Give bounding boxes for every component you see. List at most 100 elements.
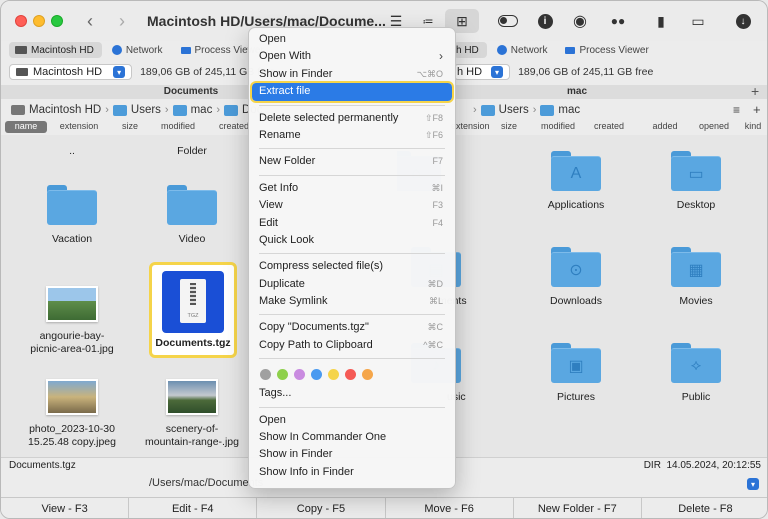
file-item[interactable]: A Applications [521,151,631,212]
menu-separator [259,406,445,408]
download-icon[interactable]: ↓ [732,11,754,31]
right-drive-select[interactable]: h HD ▾ [454,64,511,80]
menu-item-show-in-commander-one[interactable]: Show In Commander One [249,429,455,446]
menu-item-edit[interactable]: Edit F4 [249,215,455,232]
menu-item-rename[interactable]: Rename ⇧F6 [249,127,455,144]
shortcut-label: F4 [432,217,443,228]
list-icon[interactable]: ≡ [733,103,740,117]
close-window-button[interactable] [15,15,27,27]
selected-file-item[interactable]: TGZ Documents.tgz [149,262,237,358]
tag-gray-dot[interactable] [260,368,271,380]
tag-purple-dot[interactable] [294,368,305,380]
tab-macintosh-hd-right[interactable]: h HD [454,42,487,58]
column-added[interactable]: added [637,121,693,133]
breadcrumb-item[interactable]: Users [131,104,161,116]
file-item[interactable]: ⊙ Downloads [521,247,631,308]
add-tab-icon[interactable]: + [751,83,759,99]
back-icon[interactable]: ‹ [87,11,93,31]
copy-f5-button[interactable]: Copy - F5 [257,498,386,518]
eye-icon[interactable]: ◉ [569,11,591,31]
hd-icon [16,68,28,76]
tag-green-dot[interactable] [277,368,288,380]
delete-f8-button[interactable]: Delete - F8 [641,498,767,518]
chevron-right-icon: › [532,104,537,116]
move-f6-button[interactable]: Move - F6 [385,498,514,518]
breadcrumb-item[interactable]: Users [499,104,529,116]
file-item[interactable]: Vacation [17,185,127,246]
menu-item-quick-look[interactable]: Quick Look [249,232,455,249]
picture-icon: ▣ [568,358,584,375]
tag-yellow-dot[interactable] [328,368,339,380]
monitor-icon[interactable]: ▭ [687,11,709,31]
left-tab-strip: Macintosh HD Network Process Viewer [9,42,272,60]
menu-item-delete-permanently[interactable]: Delete selected permanently ⇧F8 [249,110,455,127]
breadcrumb-item[interactable]: mac [558,104,580,116]
context-menu: Open Open With › Show in Finder ⌥⌘O Extrac… [248,27,456,489]
column-extension[interactable]: extension [47,121,111,133]
tag-blue-dot[interactable] [311,368,322,380]
menu-item-duplicate[interactable]: Duplicate ⌘D [249,276,455,293]
menu-item-copy-path[interactable]: Copy Path to Clipboard ^⌘C [249,337,455,354]
file-item[interactable]: ▭ Desktop [641,151,751,212]
menu-item-show-info-in-finder[interactable]: Show Info in Finder [249,464,455,481]
menu-item-tags[interactable]: Tags... [249,385,455,402]
column-modified[interactable]: modified [149,121,207,133]
tag-red-dot[interactable] [345,368,356,380]
column-name[interactable]: name [5,121,47,133]
binoculars-icon[interactable]: ●● [607,11,629,31]
new-folder-f7-button[interactable]: New Folder - F7 [513,498,642,518]
toggle-icon[interactable] [498,15,518,27]
breadcrumb-item[interactable]: mac [191,104,213,116]
column-created[interactable]: created [581,121,637,133]
folder-icon [167,185,217,225]
menu-item-service-open[interactable]: Open [249,412,455,429]
chevron-down-icon[interactable]: ▾ [747,478,759,490]
left-drive-bar: Macintosh HD ▾ 189,06 GB of 245,11 GB fr… [9,63,275,81]
tag-orange-dot[interactable] [362,368,373,380]
menu-item-view[interactable]: View F3 [249,197,455,214]
zip-icon[interactable]: ▮ [650,11,672,31]
column-opened[interactable]: opened [693,121,735,133]
file-item[interactable]: Video [137,185,247,246]
menu-item-open-with[interactable]: Open With › [249,48,455,65]
view-f3-button[interactable]: View - F3 [1,498,130,518]
file-item[interactable]: scenery-of-mountain-range-.jpg [137,379,247,449]
tab-network-right[interactable]: Network [491,42,556,58]
left-drive-select[interactable]: Macintosh HD ▾ [9,64,133,80]
tab-label: Network [510,44,548,56]
forward-icon[interactable]: › [119,11,125,31]
column-size[interactable]: size [483,121,535,133]
info-icon[interactable]: i [534,11,556,31]
add-icon[interactable]: + [753,102,761,117]
chevron-right-icon: › [439,49,443,64]
menu-item-new-folder[interactable]: New Folder F7 [249,153,455,170]
menu-item-show-in-finder[interactable]: Show in Finder ⌥⌘O [249,66,455,83]
tab-macintosh-hd[interactable]: Macintosh HD [9,42,102,58]
breadcrumb-item[interactable]: Macintosh HD [29,104,101,116]
left-column-header: name extension size modified created [5,121,261,133]
menu-item-extract-file[interactable]: Extract file [250,81,454,103]
item-label: Folder [177,145,207,157]
column-size[interactable]: size [111,121,149,133]
menu-item-open[interactable]: Open [249,31,455,48]
menu-item-make-symlink[interactable]: Make Symlink ⌘L [249,293,455,310]
command-line-input[interactable]: /Users/mac/Documents [149,477,263,489]
file-item[interactable]: angourie-bay-picnic-area-01.jpg [17,286,127,356]
column-kind[interactable]: kind [735,121,767,133]
file-item[interactable]: ⟡ Public [641,343,751,404]
file-item[interactable]: photo_2023-10-30 15.25.48 copy.jpeg [17,379,127,449]
tab-network[interactable]: Network [106,42,171,58]
menu-item-compress[interactable]: Compress selected file(s) [249,258,455,275]
file-item[interactable]: ▦ Movies [641,247,751,308]
tab-process-viewer-right[interactable]: Process Viewer [559,42,656,58]
parent-dir-item[interactable]: .. [17,145,127,158]
menu-item-get-info[interactable]: Get Info ⌘I [249,180,455,197]
zoom-window-button[interactable] [51,15,63,27]
file-item[interactable]: ▣ Pictures [521,343,631,404]
menu-item-service-show-in-finder[interactable]: Show in Finder [249,446,455,463]
minimize-window-button[interactable] [33,15,45,27]
menu-item-copy-file[interactable]: Copy "Documents.tgz" ⌘C [249,319,455,336]
column-modified[interactable]: modified [535,121,581,133]
file-item[interactable]: Folder [137,145,247,158]
edit-f4-button[interactable]: Edit - F4 [129,498,258,518]
